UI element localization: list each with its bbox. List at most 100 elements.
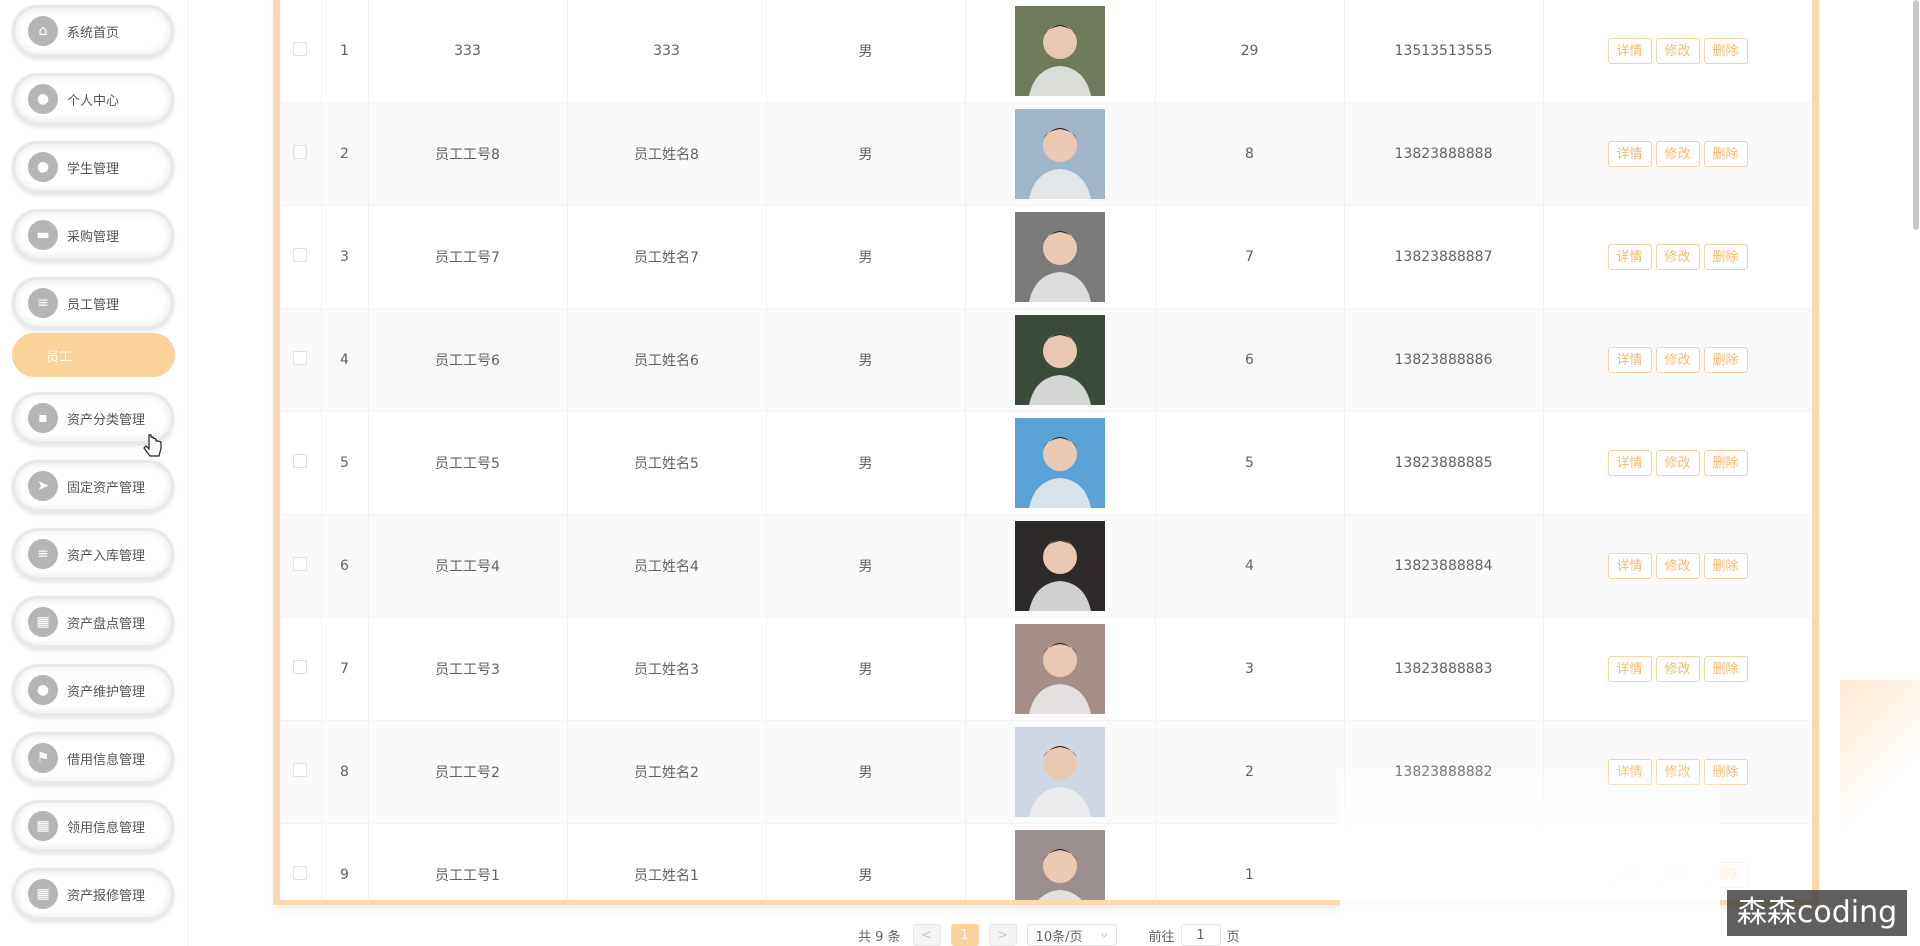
cell-index: 3 [321,205,369,309]
sidebar-item-3[interactable]: ▬ 采购管理 [12,209,174,261]
detail-button[interactable]: 详情 [1607,244,1652,270]
sidebar-item-9[interactable]: ● 资产维护管理 [12,664,174,716]
page-size-value: 10条/页 [1035,929,1083,945]
cell-photo [965,411,1156,515]
cell-age: 5 [1155,411,1345,515]
employee-photo [1015,727,1105,817]
sidebar-item-12[interactable]: ▦ 资产报修管理 [12,868,174,920]
grid-icon: ▦ [28,607,58,637]
detail-button[interactable]: 详情 [1607,656,1652,682]
briefcase-icon: ▬ [28,220,58,250]
row-checkbox[interactable] [293,763,308,777]
edit-button[interactable]: 修改 [1655,553,1700,579]
row-checkbox[interactable] [293,42,308,56]
row-checkbox[interactable] [293,145,308,159]
cell-employee-name: 员工姓名3 [567,617,767,721]
delete-button[interactable]: 删除 [1703,553,1748,579]
cell-index: 2 [321,102,369,206]
detail-button[interactable]: 详情 [1607,450,1652,476]
sidebar-subitem-employee[interactable]: 员工 [12,333,175,377]
table-row: 1 333 333 男 29 13513513555 详情 修改 删除 [280,0,1812,103]
sidebar-item-8[interactable]: ▦ 资产盘点管理 [12,596,174,648]
cell-phone: 13823888887 [1344,205,1544,309]
cell-gender: 男 [766,617,966,721]
sidebar-item-label: 学生管理 [67,161,120,177]
delete-button[interactable]: 删除 [1703,244,1748,270]
cell-age: 3 [1155,617,1345,721]
page-size-select[interactable]: 10条/页 ⌵ [1026,924,1117,946]
overlay-fade [1340,760,1720,946]
cell-employee-no: 员工工号2 [368,720,568,824]
row-checkbox[interactable] [293,248,308,262]
goto-page-input[interactable]: 1 [1180,924,1221,946]
row-checkbox-cell [280,411,322,515]
chat-icon: ▪ [28,403,58,433]
row-checkbox[interactable] [293,454,308,468]
cell-employee-no: 员工工号7 [368,205,568,309]
sidebar-item-label: 资产报修管理 [67,888,146,904]
row-checkbox-cell [280,102,322,206]
user-icon: ● [28,84,58,114]
scrollbar[interactable] [1913,0,1919,230]
delete-button[interactable]: 删除 [1703,656,1748,682]
sidebar-item-label: 采购管理 [67,229,120,245]
total-count: 共 9 条 [858,929,901,945]
sidebar-item-label: 资产盘点管理 [67,616,146,632]
pointer-cursor-icon [143,434,162,457]
sidebar-item-label: 个人中心 [67,93,120,109]
cell-employee-name: 员工姓名5 [567,411,767,515]
edit-button[interactable]: 修改 [1655,450,1700,476]
sidebar-item-10[interactable]: ⚑ 借用信息管理 [12,732,174,784]
row-checkbox-cell [280,514,322,618]
edit-button[interactable]: 修改 [1655,347,1700,373]
apps-icon: ▦ [28,811,58,841]
delete-button[interactable]: 删除 [1703,141,1748,167]
sidebar-item-6[interactable]: ➤ 固定资产管理 [12,460,174,512]
detail-button[interactable]: 详情 [1607,347,1652,373]
cell-photo [965,617,1156,721]
edit-button[interactable]: 修改 [1655,244,1700,270]
sidebar-item-2[interactable]: ● 学生管理 [12,141,174,193]
edit-button[interactable]: 修改 [1655,141,1700,167]
delete-button[interactable]: 删除 [1703,347,1748,373]
sidebar-item-1[interactable]: ● 个人中心 [12,73,174,125]
detail-button[interactable]: 详情 [1607,553,1652,579]
sidebar-item-7[interactable]: ≡ 资产入库管理 [12,528,174,580]
sidebar-item-label: 领用信息管理 [67,820,146,836]
delete-button[interactable]: 删除 [1703,38,1748,64]
table-row: 4 员工工号6 员工姓名6 男 6 13823888886 详情 修改 删除 [280,308,1812,412]
row-checkbox[interactable] [293,660,308,674]
goto-label: 前往 [1148,929,1175,945]
cell-employee-name: 员工姓名8 [567,102,767,206]
sidebar-item-4[interactable]: ≡ 员工管理 [12,277,174,329]
cell-employee-no: 员工工号3 [368,617,568,721]
detail-button[interactable]: 详情 [1607,38,1652,64]
detail-button[interactable]: 详情 [1607,141,1652,167]
cell-actions: 详情修改删除 [1543,308,1812,412]
flag-icon: ⚑ [28,743,58,773]
cell-photo [965,308,1156,412]
row-checkbox-cell [280,308,322,412]
next-page-button[interactable]: > [988,924,1017,946]
page-1-button[interactable]: 1 [950,924,979,946]
pagination: 共 9 条 < 1 > 10条/页 ⌵ 前往 1 页 [858,924,1240,946]
delete-button[interactable]: 删除 [1703,450,1748,476]
cell-index: 9 [321,823,369,900]
edit-button[interactable]: 修改 [1655,38,1700,64]
sliders-icon: ≡ [28,539,58,569]
row-checkbox[interactable] [293,866,308,880]
cell-employee-name: 员工姓名1 [567,823,767,900]
cell-employee-no: 员工工号1 [368,823,568,900]
row-checkbox[interactable] [293,351,308,365]
row-checkbox-cell [280,0,322,103]
cell-photo [965,0,1156,103]
cell-age: 1 [1155,823,1345,900]
sidebar-item-11[interactable]: ▦ 领用信息管理 [12,800,174,852]
edit-button[interactable]: 修改 [1655,656,1700,682]
cell-actions: 详情修改删除 [1543,514,1812,618]
sidebar-item-label: 资产分类管理 [67,412,146,428]
prev-page-button[interactable]: < [912,924,941,946]
sidebar-item-0[interactable]: ⌂ 系统首页 [12,5,174,57]
cell-employee-no: 员工工号5 [368,411,568,515]
row-checkbox[interactable] [293,557,308,571]
